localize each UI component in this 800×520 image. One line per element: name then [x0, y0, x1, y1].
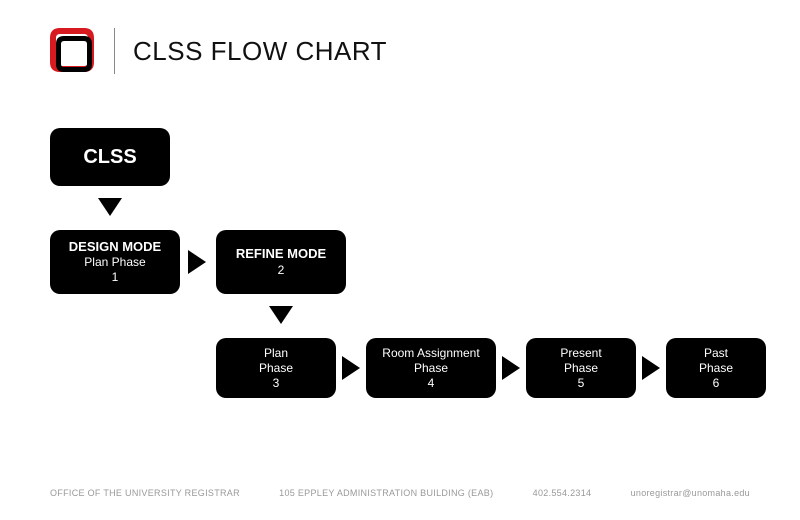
arrow-down-icon: [98, 198, 122, 216]
footer-address: 105 EPPLEY ADMINISTRATION BUILDING (EAB): [279, 488, 493, 498]
header-divider: [114, 28, 115, 74]
arrow-right-icon: [502, 356, 520, 380]
flow-node-present-phase: Present Phase 5: [526, 338, 636, 398]
flow-node-line: DESIGN MODE: [69, 239, 161, 255]
flow-node-plan-phase-3: Plan Phase 3: [216, 338, 336, 398]
flow-node-line: Phase: [414, 361, 448, 376]
flow-node-line: Plan: [264, 346, 288, 361]
flow-node-design-mode: DESIGN MODE Plan Phase 1: [50, 230, 180, 294]
flow-node-line: REFINE MODE: [236, 246, 326, 262]
arrow-right-icon: [642, 356, 660, 380]
flow-node-line: 2: [278, 263, 285, 278]
flow-node-line: Present: [560, 346, 601, 361]
flow-node-line: Phase: [699, 361, 733, 376]
arrow-down-icon: [269, 306, 293, 324]
flow-node-label: CLSS: [83, 145, 136, 170]
flow-node-line: 6: [713, 376, 720, 391]
flow-node-clss: CLSS: [50, 128, 170, 186]
arrow-right-icon: [188, 250, 206, 274]
flow-node-line: 1: [112, 270, 119, 285]
page-title: CLSS FLOW CHART: [133, 36, 387, 67]
flow-node-line: 5: [578, 376, 585, 391]
flow-node-line: Past: [704, 346, 728, 361]
flow-node-line: Phase: [564, 361, 598, 376]
arrow-right-icon: [342, 356, 360, 380]
footer-office: OFFICE OF THE UNIVERSITY REGISTRAR: [50, 488, 240, 498]
flow-node-line: Phase: [259, 361, 293, 376]
flow-node-line: Plan Phase: [84, 255, 145, 270]
flow-node-line: 3: [273, 376, 280, 391]
footer-email: unoregistrar@unomaha.edu: [631, 488, 750, 498]
footer-phone: 402.554.2314: [533, 488, 592, 498]
flow-node-room-assignment: Room Assignment Phase 4: [366, 338, 496, 398]
flow-node-line: 4: [428, 376, 435, 391]
flow-node-line: Room Assignment: [382, 346, 479, 361]
flow-node-past-phase: Past Phase 6: [666, 338, 766, 398]
flow-node-refine-mode: REFINE MODE 2: [216, 230, 346, 294]
uno-logo-icon: [46, 24, 100, 78]
footer: OFFICE OF THE UNIVERSITY REGISTRAR 105 E…: [50, 488, 750, 498]
header: CLSS FLOW CHART: [46, 24, 387, 78]
